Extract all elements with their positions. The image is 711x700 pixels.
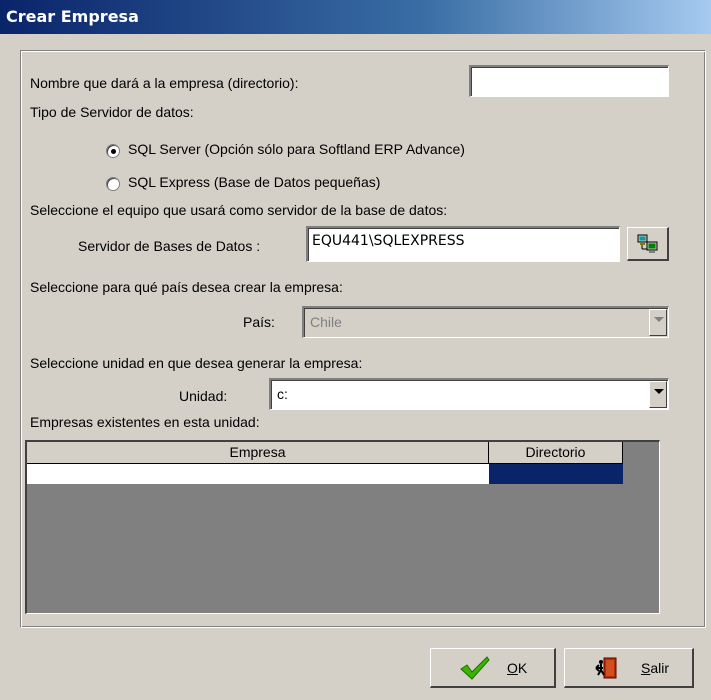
country-prompt: Seleccione para qué país desea crear la … [30, 279, 343, 295]
ok-label-rest: K [517, 660, 528, 676]
exit-button[interactable]: Salir [564, 648, 694, 688]
radio-selected-dot [111, 149, 116, 154]
exit-label-rest: alir [650, 660, 670, 676]
unit-dropdown-button[interactable] [649, 381, 667, 408]
country-dropdown-button[interactable] [649, 309, 667, 336]
grid-cell-empresa[interactable] [27, 464, 489, 484]
column-header-empresa[interactable]: Empresa [27, 442, 489, 464]
exit-door-icon [595, 657, 617, 679]
radio-sqlexpress-label[interactable]: SQL Express (Base de Datos pequeñas) [128, 174, 380, 190]
radio-sqlexpress[interactable] [106, 177, 120, 191]
ok-accelerator: O [507, 660, 518, 676]
select-server-label: Seleccione el equipo que usará como serv… [30, 202, 448, 218]
radio-sqlserver[interactable] [106, 144, 120, 158]
companies-grid[interactable]: Empresa Directorio [25, 440, 660, 614]
window-title: Crear Empresa [6, 7, 139, 26]
dialog-body: Nombre que dará a la empresa (directorio… [0, 34, 711, 700]
radio-sqlserver-label[interactable]: SQL Server (Opción sólo para Softland ER… [128, 141, 465, 157]
unit-select[interactable]: c: [269, 378, 669, 410]
company-name-label: Nombre que dará a la empresa (directorio… [30, 75, 299, 91]
unit-label: Unidad: [179, 388, 228, 404]
country-select[interactable]: Chile [302, 306, 669, 338]
chevron-down-icon [654, 317, 664, 322]
column-header-directorio[interactable]: Directorio [489, 442, 623, 464]
db-server-input[interactable]: EQU441\SQLEXPRESS [306, 226, 620, 262]
checkmark-icon [460, 656, 490, 680]
company-name-input[interactable] [469, 65, 669, 97]
unit-prompt: Seleccione unidad en que desea generar l… [30, 355, 363, 371]
existing-label: Empresas existentes en esta unidad: [30, 414, 260, 430]
ok-button[interactable]: OK [430, 648, 556, 688]
exit-accelerator: S [641, 660, 651, 676]
grid-cell-directorio[interactable] [489, 464, 623, 484]
chevron-down-icon [654, 389, 664, 394]
browse-server-button[interactable] [627, 227, 669, 261]
title-bar[interactable]: Crear Empresa [0, 0, 711, 34]
network-computers-icon [637, 234, 658, 253]
server-type-label: Tipo de Servidor de datos: [30, 104, 194, 120]
country-label: País: [243, 314, 275, 330]
db-server-label: Servidor de Bases de Datos : [78, 238, 261, 254]
